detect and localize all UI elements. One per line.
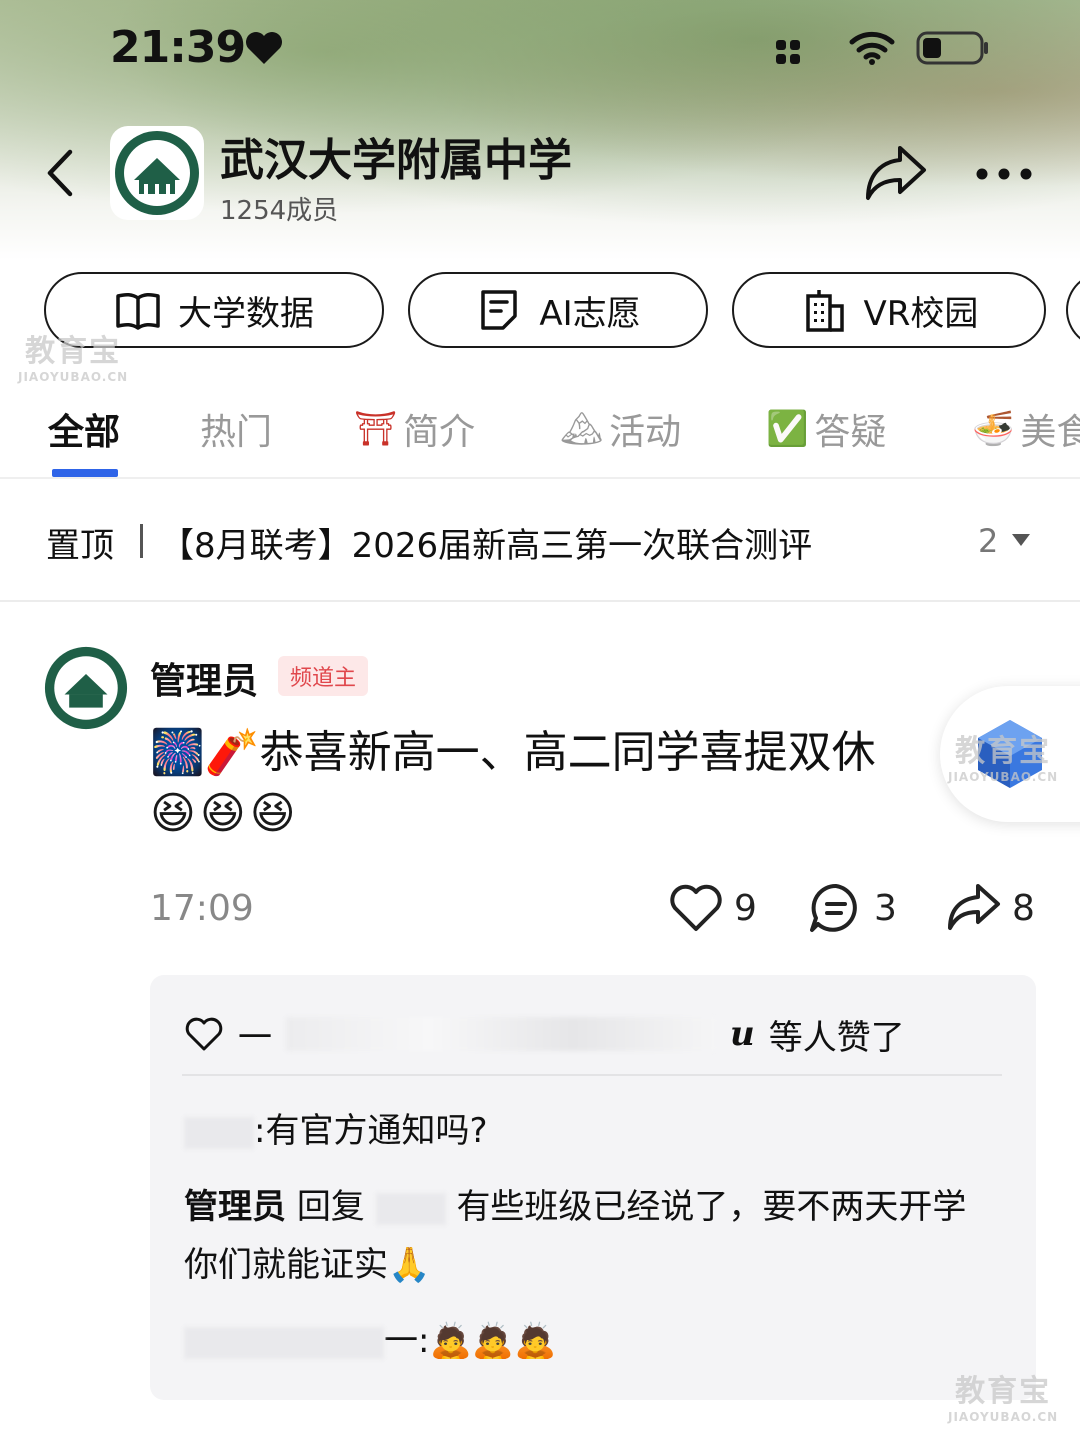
like-count: 9 bbox=[734, 887, 757, 929]
heart-outline-icon bbox=[185, 1017, 223, 1051]
blurred-username bbox=[184, 1116, 254, 1149]
tab-activity[interactable]: 🏔 活动 bbox=[560, 403, 681, 455]
likes-prefix: 一 bbox=[238, 1017, 272, 1058]
mountain-icon: 🏔 bbox=[560, 409, 604, 449]
school-emblem-icon bbox=[115, 131, 199, 215]
share-icon[interactable] bbox=[862, 142, 928, 204]
status-time: 21:39 bbox=[110, 22, 246, 73]
reply-word: 回复 bbox=[296, 1187, 365, 1227]
comment-item[interactable]: 管理员 回复 有些班级已经说了，要不两天开学你们就能证实🙏 bbox=[184, 1178, 984, 1294]
comment-author: 管理员 bbox=[184, 1187, 286, 1227]
tab-all[interactable]: 全部 bbox=[48, 403, 120, 455]
signal-icon bbox=[776, 40, 800, 64]
vr-campus-label: VR校园 bbox=[863, 293, 979, 334]
comment-text: :🙇🙇🙇 bbox=[418, 1321, 557, 1361]
school-emblem-icon bbox=[44, 646, 128, 730]
checkbox-icon: ✅ bbox=[766, 409, 809, 449]
active-tab-indicator bbox=[52, 469, 118, 477]
comment-item[interactable]: :有官方通知吗? bbox=[184, 1102, 488, 1160]
comment-count: 3 bbox=[874, 887, 897, 929]
ai-volunteer-button[interactable]: AI志愿 bbox=[408, 272, 708, 348]
blurred-username bbox=[375, 1192, 446, 1225]
likes-summary[interactable]: 一 u 等人赞了 bbox=[184, 1008, 905, 1060]
torii-icon: ⛩ bbox=[354, 409, 398, 449]
author-badge: 频道主 bbox=[278, 656, 369, 696]
avatar[interactable] bbox=[44, 646, 128, 730]
pinned-title: 【8月联考】2026届新高三第一次联合测评 bbox=[160, 526, 813, 566]
comment-icon bbox=[810, 883, 857, 932]
group-title: 武汉大学附属中学 bbox=[220, 135, 572, 186]
likes-suffix: 等人赞了 bbox=[768, 1017, 905, 1058]
watermark-logo: 教育宝 JIAOYUBAO.CN bbox=[18, 334, 129, 384]
tab-hot[interactable]: 热门 bbox=[200, 403, 272, 455]
vr-campus-button[interactable]: VR校园 bbox=[732, 272, 1046, 348]
share-icon bbox=[948, 884, 1000, 930]
building-icon bbox=[805, 290, 844, 332]
like-button[interactable]: 9 bbox=[668, 882, 757, 934]
pinned-separator bbox=[140, 524, 143, 558]
university-data-label: 大学数据 bbox=[178, 293, 314, 334]
likes-name-fragment: u bbox=[730, 1014, 755, 1054]
post-author[interactable]: 管理员 bbox=[150, 652, 258, 704]
post-text: 🎆🧨恭喜新高一、高二同学喜提双休 bbox=[150, 727, 876, 778]
quick-button-more[interactable] bbox=[1066, 272, 1080, 348]
ai-volunteer-label: AI志愿 bbox=[539, 293, 641, 334]
chevron-down-icon[interactable] bbox=[1010, 532, 1032, 548]
share-count: 8 bbox=[1012, 887, 1035, 929]
post-emojis: 😆😆😆 bbox=[150, 788, 300, 839]
divider bbox=[182, 1074, 1002, 1076]
divider bbox=[0, 477, 1080, 479]
pinned-count: 2 bbox=[978, 522, 999, 560]
divider bbox=[0, 600, 1080, 602]
pinned-post[interactable]: 置顶 【8月联考】2026届新高三第一次联合测评 2 bbox=[0, 500, 1080, 580]
tab-bar: 全部 热门 ⛩ 简介 🏔 活动 ✅ 答疑 🍜 美食 bbox=[0, 395, 1080, 477]
more-options-icon[interactable] bbox=[972, 164, 1036, 184]
member-count[interactable]: 1254成员 bbox=[220, 190, 338, 227]
comment-text: :有官方通知吗? bbox=[254, 1111, 488, 1151]
post-time: 17:09 bbox=[150, 888, 254, 929]
watermark-logo: 教育宝 JIAOYUBAO.CN bbox=[948, 734, 1059, 784]
heart-status-icon bbox=[246, 32, 282, 64]
comment-prefix: 一 bbox=[384, 1321, 418, 1361]
tab-qa[interactable]: ✅ 答疑 bbox=[766, 403, 886, 455]
battery-icon bbox=[916, 31, 988, 65]
noodle-bowl-icon: 🍜 bbox=[972, 409, 1015, 449]
back-icon[interactable] bbox=[42, 148, 78, 198]
pinned-label: 置顶 bbox=[46, 526, 114, 566]
comment-button[interactable]: 3 bbox=[808, 882, 897, 934]
group-logo[interactable] bbox=[110, 126, 204, 220]
tab-food[interactable]: 🍜 美食 bbox=[972, 403, 1080, 455]
comment-item[interactable]: 一:🙇🙇🙇 bbox=[184, 1312, 556, 1370]
blurred-names bbox=[286, 1017, 716, 1051]
heart-outline-icon bbox=[670, 884, 722, 931]
blurred-username bbox=[184, 1326, 384, 1359]
watermark-logo: 教育宝 JIAOYUBAO.CN bbox=[948, 1374, 1059, 1424]
tab-intro[interactable]: ⛩ 简介 bbox=[354, 403, 475, 455]
share-button[interactable]: 8 bbox=[946, 882, 1035, 934]
wifi-icon bbox=[849, 31, 895, 65]
note-icon bbox=[481, 290, 518, 330]
